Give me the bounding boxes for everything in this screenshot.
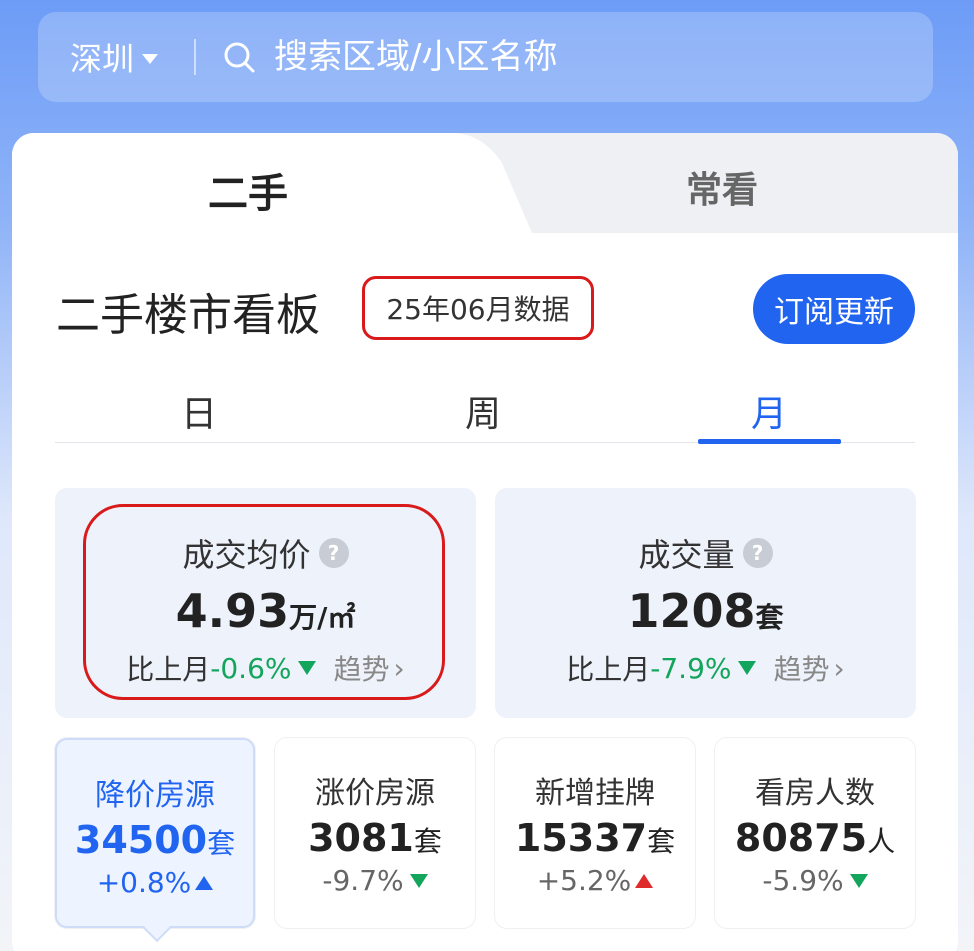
mini-stat-price-rise[interactable]: 涨价房源 3081套 -9.7% <box>275 738 475 928</box>
mini-stat-label: 看房人数 <box>755 776 875 811</box>
market-card: 二手 常看 二手楼市看板 25年06月数据 订阅更新 日 周 月 成交均价 ? … <box>12 133 958 951</box>
tab-second-hand[interactable]: 二手 <box>208 161 288 219</box>
volume-change-row: 比上月 -7.9% 趋势 › <box>495 648 916 688</box>
volume-label-row: 成交量 ? <box>495 530 916 576</box>
mini-stat-change: +0.8% <box>96 866 192 899</box>
volume-trend-link[interactable]: 趋势 › <box>774 648 845 688</box>
mini-stat-label: 涨价房源 <box>315 776 435 811</box>
volume-change: -7.9% <box>650 651 732 685</box>
search-bar: 深圳 <box>38 12 933 102</box>
subscribe-button[interactable]: 订阅更新 <box>753 274 915 344</box>
board-header: 二手楼市看板 25年06月数据 订阅更新 <box>12 233 958 344</box>
search-input[interactable] <box>274 37 875 77</box>
city-selector[interactable]: 深圳 <box>70 34 159 80</box>
volume-card[interactable]: 成交量 ? 1208套 比上月 -7.9% 趋势 › <box>495 488 916 718</box>
trend-label: 趋势 <box>773 653 830 686</box>
down-triangle-icon <box>849 873 868 888</box>
highlight-ring <box>83 504 445 700</box>
pointer-arrow <box>142 913 172 943</box>
volume-value: 1208 <box>627 584 756 638</box>
tab-month[interactable]: 月 <box>698 385 840 437</box>
mini-stat-change-row: -5.9% <box>715 864 915 897</box>
volume-unit: 套 <box>755 601 784 634</box>
mini-stat-value: 34500 <box>74 818 208 862</box>
mini-stat-unit: 人 <box>867 825 896 858</box>
mini-stat-value-row: 34500套 <box>57 818 253 862</box>
page-title: 二手楼市看板 <box>56 290 320 341</box>
avg-price-card[interactable]: 成交均价 ? 4.93万/㎡ 比上月 -0.6% 趋势 › <box>55 488 476 718</box>
mini-stat-value: 15337 <box>514 816 648 860</box>
mini-stat-change-row: +0.8% <box>57 866 253 899</box>
down-triangle-icon <box>409 873 428 888</box>
mini-stat-label: 新增挂牌 <box>535 776 655 811</box>
mini-stat-label: 降价房源 <box>95 778 215 813</box>
mini-stat-change: -5.9% <box>762 864 844 897</box>
city-label: 深圳 <box>70 40 135 78</box>
chevron-right-icon: › <box>833 651 845 685</box>
search-divider <box>194 39 197 75</box>
mini-stat-value: 3081 <box>308 816 414 860</box>
search-icon <box>224 42 255 73</box>
mini-stat-value-row: 3081套 <box>275 816 475 860</box>
mini-stat-unit: 套 <box>207 827 236 860</box>
date-badge: 25年06月数据 <box>362 276 594 340</box>
period-tabs: 日 周 月 <box>55 343 915 444</box>
up-triangle-icon <box>195 875 214 890</box>
mini-stat-unit: 套 <box>647 825 676 858</box>
mini-stat-viewers[interactable]: 看房人数 80875人 -5.9% <box>715 738 915 928</box>
mini-stat-change-row: +5.2% <box>495 864 695 897</box>
mini-stat-value: 80875 <box>734 816 868 860</box>
help-icon[interactable]: ? <box>742 538 773 568</box>
up-triangle-icon <box>635 873 654 888</box>
top-tabs: 二手 常看 <box>12 133 958 233</box>
mini-stat-new-listings[interactable]: 新增挂牌 15337套 +5.2% <box>495 738 695 928</box>
tab-week[interactable]: 周 <box>412 385 554 437</box>
caret-down-icon <box>142 54 159 64</box>
volume-value-row: 1208套 <box>495 584 916 638</box>
mini-stat-value-row: 15337套 <box>495 816 695 860</box>
tab-frequent[interactable]: 常看 <box>686 161 758 213</box>
mini-stat-change: -9.7% <box>322 864 404 897</box>
mini-stat-unit: 套 <box>413 825 442 858</box>
down-triangle-icon <box>737 661 756 675</box>
mini-stat-change: +5.2% <box>536 864 632 897</box>
tab-day[interactable]: 日 <box>128 385 270 437</box>
volume-compare-label: 比上月 <box>566 653 651 686</box>
mini-stat-value-row: 80875人 <box>715 816 915 860</box>
volume-label: 成交量 <box>638 536 735 574</box>
mini-stat-change-row: -9.7% <box>275 864 475 897</box>
mini-stat-price-cut[interactable]: 降价房源 34500套 +0.8% <box>55 738 255 943</box>
active-tab-indicator <box>698 439 841 444</box>
